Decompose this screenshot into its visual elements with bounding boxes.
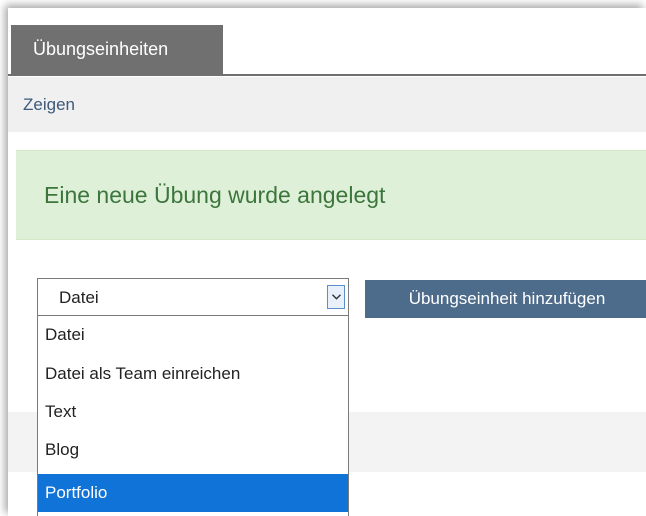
app-window: Übungseinheiten Zeigen Eine neue Übung w… bbox=[8, 8, 646, 516]
chevron-down-icon[interactable] bbox=[327, 285, 345, 309]
dropdown-option-blog[interactable]: Blog bbox=[38, 431, 348, 469]
tab-bar: Übungseinheiten bbox=[8, 25, 646, 76]
add-exercise-unit-button[interactable]: Übungseinheit hinzufügen bbox=[365, 280, 646, 318]
exercise-type-dropdown: Datei Datei als Team einreichen Text Blo… bbox=[37, 316, 349, 516]
tab-uebungseinheiten[interactable]: Übungseinheiten bbox=[11, 25, 223, 74]
exercise-type-select[interactable]: Datei bbox=[37, 278, 349, 316]
success-message: Eine neue Übung wurde angelegt bbox=[44, 182, 386, 208]
success-alert: Eine neue Übung wurde angelegt bbox=[16, 150, 646, 240]
sub-navigation: Zeigen bbox=[8, 77, 646, 132]
select-current-value: Datei bbox=[59, 288, 99, 307]
dropdown-option-datei-team[interactable]: Datei als Team einreichen bbox=[38, 355, 348, 393]
dropdown-option-portfolio[interactable]: Portfolio bbox=[38, 474, 348, 512]
dropdown-option-datei[interactable]: Datei bbox=[38, 316, 348, 354]
show-link[interactable]: Zeigen bbox=[23, 77, 75, 132]
dropdown-option-text[interactable]: Text bbox=[38, 393, 348, 431]
